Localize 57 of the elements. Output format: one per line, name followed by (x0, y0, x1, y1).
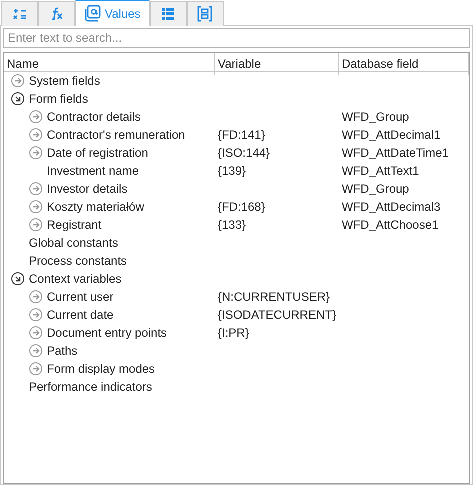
expand-icon[interactable] (29, 326, 43, 340)
tree-item-label[interactable]: Registrant (47, 216, 102, 234)
tree-item-label[interactable]: Contractor's remuneration (47, 126, 186, 144)
tree-item-label[interactable]: Koszty materiałów (47, 198, 144, 216)
tab[interactable] (150, 1, 187, 26)
variable-cell: {N:CURRENTUSER} (218, 290, 330, 304)
column-header[interactable]: Database field (339, 53, 469, 75)
function-icon (50, 7, 64, 21)
variable-cell: {FD:141} (218, 128, 266, 142)
tree-item-label[interactable]: Document entry points (47, 324, 168, 342)
tree-item-label[interactable]: Form display modes (47, 360, 156, 378)
variable-cell: {ISO:144} (218, 146, 270, 160)
database-field-cell: WFD_AttText1 (342, 164, 420, 178)
variable-cell: {139} (218, 164, 246, 178)
tree-item-label[interactable]: Performance indicators (29, 378, 152, 396)
tree-item-label[interactable]: Paths (47, 342, 78, 360)
tree-item-label[interactable]: Process constants (29, 252, 128, 270)
tree-item-label[interactable]: Context variables (29, 270, 122, 288)
variable-cell: {I:PR} (218, 326, 250, 340)
variable-cell: {ISODATECURRENT} (218, 308, 336, 322)
variable-cell: {133} (218, 218, 246, 232)
tab[interactable] (186, 1, 224, 26)
column-header[interactable]: Variable (215, 53, 339, 75)
search-field[interactable]: Enter text to search... (3, 28, 470, 48)
expanded-icon[interactable] (11, 272, 25, 286)
tab[interactable] (1, 1, 38, 26)
tree-item-label[interactable]: Form fields (29, 90, 88, 108)
list-icon (161, 7, 176, 21)
expand-icon[interactable] (29, 362, 43, 376)
database-field-cell: WFD_AttDecimal1 (342, 128, 441, 142)
tree-item-label[interactable]: System fields (29, 72, 100, 90)
database-field-cell: WFD_AttChoose1 (342, 218, 439, 232)
database-field-cell: WFD_AttDecimal3 (342, 200, 441, 214)
expand-icon[interactable] (29, 182, 43, 196)
variable-cell: {FD:168} (218, 200, 266, 214)
expand-icon[interactable] (29, 308, 43, 322)
bracket-icon (197, 6, 214, 22)
tree-item-label[interactable]: Current date (47, 306, 114, 324)
expand-icon[interactable] (29, 344, 43, 358)
database-field-cell: WFD_AttDateTime1 (342, 146, 449, 160)
tree-item-label[interactable]: Investment name (47, 162, 140, 180)
expand-icon[interactable] (29, 218, 43, 232)
tree-item-label[interactable]: Investor details (47, 180, 128, 198)
database-field-cell: WFD_Group (342, 182, 410, 196)
tab[interactable] (38, 1, 75, 26)
tree-item-label[interactable]: Global constants (29, 234, 118, 252)
expand-icon[interactable] (29, 146, 43, 160)
tab[interactable]: Values (75, 0, 150, 26)
tree-item-label[interactable]: Date of registration (47, 144, 148, 162)
expanded-icon[interactable] (11, 92, 25, 106)
expand-icon[interactable] (29, 128, 43, 142)
at-sign-icon (84, 4, 102, 22)
tree-item-label[interactable]: Current user (47, 288, 114, 306)
expand-icon[interactable] (29, 200, 43, 214)
database-field-cell: WFD_Group (342, 110, 410, 124)
list-operators-icon (12, 8, 26, 20)
tree-item-label[interactable]: Contractor details (47, 108, 142, 126)
